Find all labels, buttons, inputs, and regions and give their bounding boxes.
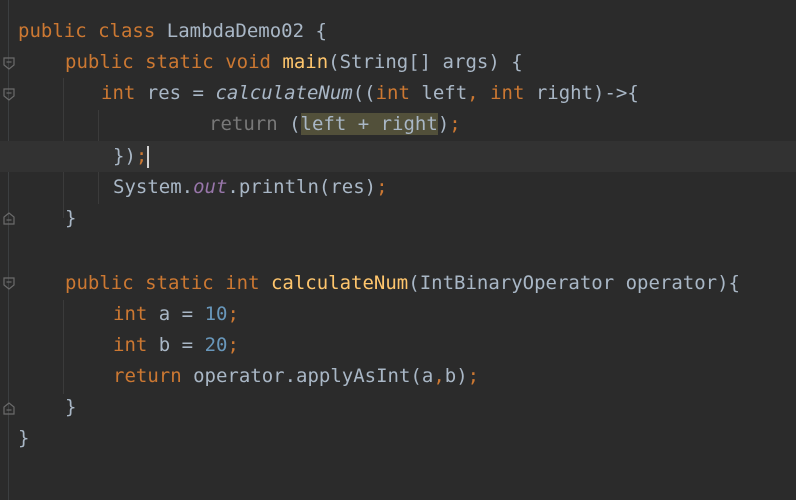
code-line-2[interactable]: public static void main(String[] args) { <box>0 47 796 78</box>
number-literal: 20 <box>204 334 228 356</box>
code-line-7[interactable]: } <box>0 203 796 234</box>
text-caret <box>147 145 150 168</box>
semicolon: ; <box>135 145 148 167</box>
code-line-9[interactable]: public static int calculateNum(IntBinary… <box>0 268 796 299</box>
method-call: operator.applyAsInt(a <box>193 365 434 387</box>
number-literal: 10 <box>204 303 228 325</box>
param: left <box>421 82 468 104</box>
variable: b = <box>158 334 194 356</box>
keyword: public <box>65 272 134 294</box>
keyword: int <box>490 82 525 104</box>
static-field: out <box>193 176 228 198</box>
class-ref: System. <box>113 176 194 198</box>
class-name: LambdaDemo02 <box>166 20 305 42</box>
code-line-6[interactable]: System.out.println(res); <box>0 172 796 203</box>
semicolon: ; <box>467 365 480 387</box>
keyword: int <box>225 272 260 294</box>
closing-brace: } <box>65 207 77 229</box>
code-line-11[interactable]: int b = 20; <box>0 330 796 361</box>
keyword: return <box>209 113 278 135</box>
variable: a = <box>158 303 194 325</box>
code-editor[interactable]: public class LambdaDemo02 { public stati… <box>0 0 796 500</box>
paren: (( <box>352 82 376 104</box>
method-name: calculateNum <box>270 272 409 294</box>
code-line-4[interactable]: return (left + right); <box>0 109 796 140</box>
variable: res = <box>146 82 204 104</box>
paren: ) <box>437 113 450 135</box>
method-signature: (IntBinaryOperator operator){ <box>408 272 740 294</box>
code-line-12[interactable]: return operator.applyAsInt(a,b); <box>0 361 796 392</box>
closing-brace: }) <box>113 145 136 167</box>
semicolon: ; <box>376 176 388 198</box>
keyword: class <box>98 20 156 42</box>
code-line-14[interactable]: } <box>0 423 796 454</box>
keyword: int <box>375 82 410 104</box>
param: right)->{ <box>535 82 639 104</box>
closing-brace: } <box>18 427 30 449</box>
comma: , <box>433 365 445 387</box>
keyword: int <box>113 334 148 356</box>
code-line-13[interactable]: } <box>0 392 796 423</box>
keyword: void <box>225 51 271 73</box>
paren: ( <box>289 113 301 135</box>
keyword: public <box>65 51 134 73</box>
keyword: static <box>145 272 214 294</box>
highlighted-expression: left + right <box>300 113 438 135</box>
closing-brace: } <box>65 396 77 418</box>
code-line-3[interactable]: int res = calculateNum((int left, int ri… <box>0 78 796 109</box>
keyword: int <box>113 303 148 325</box>
code-line-10[interactable]: int a = 10; <box>0 299 796 330</box>
keyword: public <box>18 20 87 42</box>
method-call: calculateNum <box>215 82 353 104</box>
keyword: return <box>113 365 182 387</box>
semicolon: ; <box>227 303 239 325</box>
method-name: main <box>282 51 329 73</box>
semicolon: ; <box>227 334 239 356</box>
semicolon: ; <box>449 113 461 135</box>
keyword: int <box>101 82 136 104</box>
method-call: .println(res) <box>227 176 377 198</box>
comma: , <box>467 82 479 104</box>
code-line-5[interactable]: }); <box>0 141 796 172</box>
argument: b) <box>444 365 468 387</box>
brace: { <box>315 20 327 42</box>
code-line-1[interactable]: public class LambdaDemo02 { <box>0 16 796 47</box>
method-signature: (String[] args) { <box>328 51 523 73</box>
keyword: static <box>145 51 214 73</box>
